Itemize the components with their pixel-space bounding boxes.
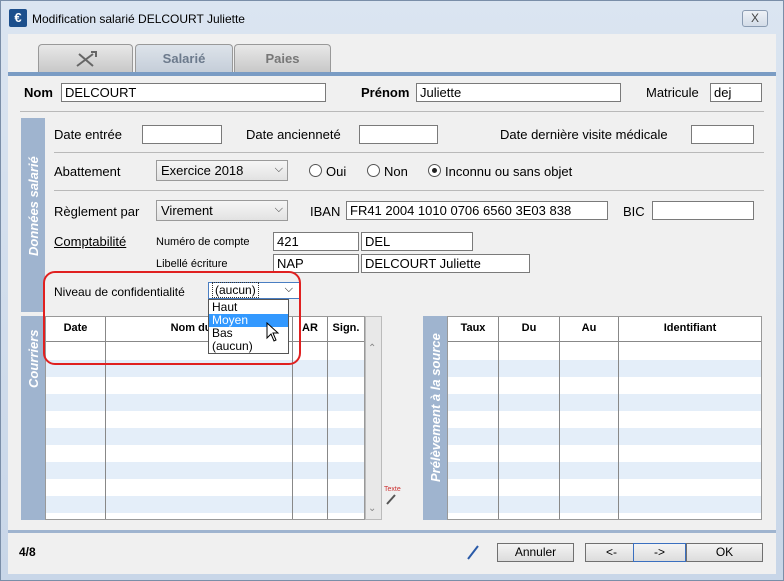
- date-entree-label: Date entrée: [54, 127, 122, 142]
- divider: [20, 111, 764, 112]
- radio-inconnu-label: Inconnu ou sans objet: [445, 164, 573, 179]
- abattement-value: Exercice 2018: [161, 163, 244, 178]
- header-divider: [448, 341, 761, 342]
- highlight-outline: [43, 271, 301, 365]
- page-counter: 4/8: [19, 545, 36, 559]
- numero-compte-label: Numéro de compte: [156, 236, 250, 248]
- divider: [54, 190, 764, 191]
- tools-icon: [75, 51, 97, 67]
- date-visite-field[interactable]: [691, 125, 754, 144]
- scroll-up-icon[interactable]: ⌃: [368, 343, 376, 354]
- date-anciennete-field[interactable]: [359, 125, 438, 144]
- column-divider: [498, 317, 499, 519]
- edit-pen-icon[interactable]: [465, 543, 481, 561]
- radio-non-label: Non: [384, 164, 408, 179]
- title-bar: € Modification salarié DELCOURT Juliette…: [1, 1, 783, 35]
- libelle-name-field[interactable]: DELCOURT Juliette: [361, 254, 530, 273]
- prelevement-side-band: Prélèvement à la source: [423, 316, 447, 520]
- footer-divider: [8, 530, 776, 533]
- numero-compte-suffix-field[interactable]: DEL: [361, 232, 473, 251]
- texte-icon[interactable]: Texte: [384, 486, 408, 508]
- nom-label: Nom: [24, 85, 53, 100]
- reglement-select[interactable]: Virement ⌵: [156, 200, 288, 221]
- table-row[interactable]: [46, 394, 364, 411]
- column-divider: [618, 317, 619, 519]
- date-entree-field[interactable]: [142, 125, 222, 144]
- table-row[interactable]: [448, 496, 761, 513]
- prelevement-section-title: Prélèvement à la source: [428, 333, 443, 482]
- matricule-field[interactable]: dej: [710, 83, 762, 102]
- iban-label: IBAN: [310, 204, 341, 219]
- bic-field[interactable]: [652, 201, 754, 220]
- pen-icon: [386, 494, 396, 505]
- column-divider: [559, 317, 560, 519]
- radio-non[interactable]: [367, 164, 380, 177]
- tab-tools[interactable]: [38, 44, 133, 72]
- scroll-down-icon[interactable]: ⌄: [368, 503, 376, 514]
- prelevement-table[interactable]: Taux Du Au Identifiant: [447, 316, 762, 520]
- texte-label: Texte: [384, 486, 401, 493]
- table-row[interactable]: [46, 428, 364, 445]
- date-visite-label: Date dernière visite médicale: [500, 127, 668, 142]
- tab-salarie[interactable]: Salarié: [135, 44, 233, 72]
- radio-oui[interactable]: [309, 164, 322, 177]
- nom-field[interactable]: DELCOURT: [61, 83, 326, 102]
- donnees-section-title: Données salarié: [26, 156, 41, 256]
- date-anciennete-label: Date ancienneté: [246, 127, 341, 142]
- chevron-down-icon: ⌵: [274, 163, 283, 175]
- table-row[interactable]: [448, 360, 761, 377]
- column-header-au[interactable]: Au: [560, 317, 618, 341]
- comptabilite-link[interactable]: Comptabilité: [54, 234, 126, 249]
- abattement-label: Abattement: [54, 164, 121, 179]
- iban-field[interactable]: FR41 2004 1010 0706 6560 3E03 838: [346, 201, 608, 220]
- annuler-button[interactable]: Annuler: [497, 543, 574, 562]
- column-divider: [327, 317, 328, 519]
- chevron-down-icon: ⌵: [274, 203, 283, 215]
- radio-oui-label: Oui: [326, 164, 347, 179]
- prenom-label: Prénom: [361, 85, 410, 100]
- bic-label: BIC: [623, 204, 645, 219]
- next-button[interactable]: ->: [633, 543, 686, 562]
- table-row[interactable]: [448, 394, 761, 411]
- numero-compte-field[interactable]: 421: [273, 232, 359, 251]
- table-row[interactable]: [448, 462, 761, 479]
- column-header-sign[interactable]: Sign.: [328, 317, 364, 341]
- radio-inconnu[interactable]: [428, 164, 441, 177]
- column-header-identifiant[interactable]: Identifiant: [619, 317, 761, 341]
- close-button[interactable]: X: [742, 10, 768, 27]
- courriers-scrollbar[interactable]: ⌃ ⌄: [365, 316, 382, 520]
- table-row[interactable]: [448, 428, 761, 445]
- reglement-label: Règlement par: [54, 204, 140, 219]
- table-row[interactable]: [46, 496, 364, 513]
- app-icon: €: [9, 9, 27, 27]
- courriers-section-title: Courriers: [26, 329, 41, 388]
- ok-button[interactable]: OK: [686, 543, 763, 562]
- tab-strip-divider: [8, 72, 776, 76]
- courriers-side-band: Courriers: [21, 316, 45, 520]
- prenom-field[interactable]: Juliette: [416, 83, 621, 102]
- matricule-label: Matricule: [646, 85, 699, 100]
- previous-button[interactable]: <-: [585, 543, 638, 562]
- column-header-taux[interactable]: Taux: [448, 317, 498, 341]
- window-title: Modification salarié DELCOURT Juliette: [32, 12, 245, 26]
- column-header-du[interactable]: Du: [499, 317, 559, 341]
- table-row[interactable]: [46, 462, 364, 479]
- divider: [54, 152, 764, 153]
- libelle-label: Libellé écriture: [156, 258, 228, 270]
- abattement-select[interactable]: Exercice 2018 ⌵: [156, 160, 288, 181]
- donnees-side-band: Données salarié: [21, 118, 45, 312]
- reglement-value: Virement: [161, 203, 213, 218]
- tab-paies[interactable]: Paies: [234, 44, 331, 72]
